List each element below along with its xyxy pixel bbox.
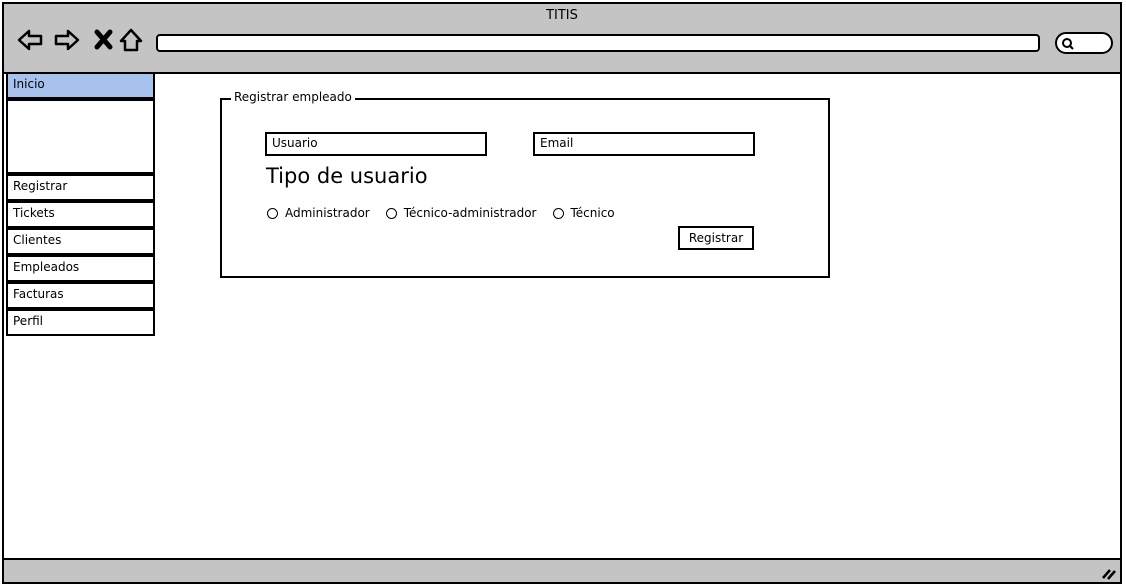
radio-label: Técnico-administrador [403, 206, 537, 220]
fieldset-legend: Registrar empleado [231, 90, 355, 104]
forward-arrow-icon[interactable] [53, 26, 81, 54]
sidebar-blank-area [6, 99, 155, 174]
sidebar-item-tickets[interactable]: Tickets [6, 201, 155, 228]
radio-label: Técnico [570, 206, 615, 220]
browser-window: TITIS Inicio Registrar Tickets Clientes … [2, 2, 1122, 584]
radio-circle[interactable] [267, 207, 278, 219]
radio-administrador[interactable]: Administrador [267, 206, 370, 220]
status-bar [4, 558, 1120, 582]
window-title: TITIS [546, 8, 578, 23]
resize-handle-icon[interactable] [1100, 564, 1116, 580]
url-input[interactable] [156, 34, 1040, 52]
sidebar-item-registrar[interactable]: Registrar [6, 174, 155, 201]
sidebar-item-perfil[interactable]: Perfil [6, 309, 155, 336]
radio-label: Administrador [285, 206, 370, 220]
sidebar-item-inicio[interactable]: Inicio [6, 72, 155, 99]
user-type-heading: Tipo de usuario [266, 164, 428, 188]
radio-circle[interactable] [552, 207, 564, 219]
search-field[interactable] [1055, 32, 1113, 54]
close-icon[interactable] [90, 26, 118, 54]
sidebar-item-facturas[interactable]: Facturas [6, 282, 155, 309]
register-employee-fieldset [220, 98, 830, 278]
sidebar-item-empleados[interactable]: Empleados [6, 255, 155, 282]
user-input[interactable]: Usuario [265, 132, 487, 156]
user-type-radio-group: Administrador Técnico-administrador Técn… [267, 206, 631, 220]
sidebar-item-clientes[interactable]: Clientes [6, 228, 155, 255]
register-button[interactable]: Registrar [678, 226, 754, 250]
browser-toolbar: TITIS [4, 4, 1120, 74]
radio-tecnico-administrador[interactable]: Técnico-administrador [385, 206, 537, 220]
radio-circle[interactable] [385, 207, 397, 219]
home-icon[interactable] [117, 26, 145, 54]
email-input[interactable]: Email [533, 132, 755, 156]
radio-tecnico[interactable]: Técnico [552, 206, 615, 220]
back-arrow-icon[interactable] [16, 26, 44, 54]
